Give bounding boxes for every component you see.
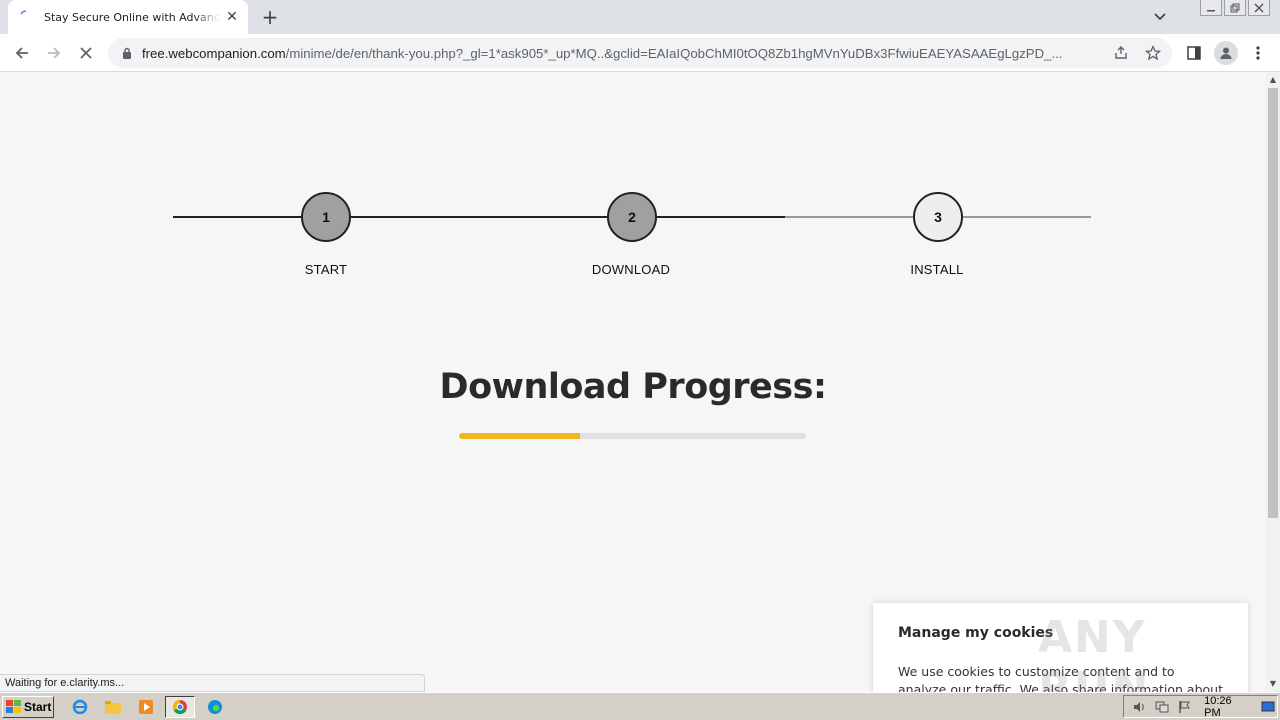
tab-search-chevron-icon[interactable] bbox=[1150, 8, 1170, 26]
step-2-number: 2 bbox=[628, 209, 636, 225]
file-explorer-icon[interactable] bbox=[102, 697, 124, 717]
minimize-button[interactable] bbox=[1200, 0, 1222, 16]
tab-title: Stay Secure Online with Advanced Antivir… bbox=[44, 10, 220, 24]
close-window-button[interactable] bbox=[1248, 0, 1270, 16]
scroll-down-arrow-icon[interactable]: ▼ bbox=[1266, 676, 1280, 690]
tab-strip: Stay Secure Online with Advanced Antivir… bbox=[0, 0, 1280, 34]
new-tab-button[interactable]: + bbox=[259, 5, 281, 29]
bookmark-star-icon[interactable] bbox=[1144, 44, 1162, 62]
start-label: Start bbox=[24, 700, 52, 714]
menu-kebab-icon[interactable] bbox=[1246, 41, 1270, 65]
browser-toolbar: free.webcompanion.com/minime/de/en/thank… bbox=[0, 34, 1280, 72]
taskbar-clock: 10:26 PM bbox=[1204, 694, 1232, 719]
step-3-number: 3 bbox=[934, 209, 942, 225]
download-progress-heading: Download Progress: bbox=[439, 367, 827, 407]
step-2-label: DOWNLOAD bbox=[591, 262, 671, 277]
url-path: /minime/de/en/thank-you.php?_gl=1*ask905… bbox=[285, 45, 1063, 61]
anyrun-watermark: ANY RUN bbox=[1038, 612, 1151, 692]
status-bubble: Waiting for e.clarity.ms... bbox=[0, 674, 425, 692]
system-tray: 10:26 PM bbox=[1123, 694, 1278, 719]
step-3-label: INSTALL bbox=[910, 262, 964, 277]
volume-icon[interactable] bbox=[1130, 699, 1147, 715]
lock-icon[interactable] bbox=[120, 46, 134, 60]
action-center-flag-icon[interactable] bbox=[1177, 699, 1194, 715]
download-progress-fill bbox=[459, 433, 581, 439]
start-button[interactable]: Start bbox=[2, 696, 54, 718]
url-text: free.webcompanion.com/minime/de/en/thank… bbox=[142, 46, 1104, 61]
edge-taskbar-icon[interactable] bbox=[204, 697, 226, 717]
window-controls bbox=[1200, 0, 1270, 16]
show-desktop-icon[interactable] bbox=[1260, 699, 1277, 715]
download-progress-bar bbox=[459, 433, 806, 439]
screen: Stay Secure Online with Advanced Antivir… bbox=[0, 0, 1280, 720]
step-1-number: 1 bbox=[322, 209, 330, 225]
network-icon[interactable] bbox=[1153, 699, 1170, 715]
scroll-thumb[interactable] bbox=[1268, 88, 1278, 518]
stepper-line-completed bbox=[173, 216, 785, 218]
loading-favicon-icon bbox=[18, 9, 34, 25]
url-host: free.webcompanion.com bbox=[142, 45, 286, 61]
windows-logo-icon bbox=[6, 700, 21, 713]
share-icon[interactable] bbox=[1112, 44, 1130, 62]
profile-avatar-icon[interactable] bbox=[1214, 41, 1238, 65]
address-bar[interactable]: free.webcompanion.com/minime/de/en/thank… bbox=[108, 38, 1172, 68]
scroll-up-arrow-icon[interactable]: ▲ bbox=[1266, 72, 1280, 86]
side-panel-icon[interactable] bbox=[1182, 41, 1206, 65]
chrome-taskbar-icon[interactable] bbox=[165, 696, 195, 718]
step-1-circle: 1 bbox=[301, 192, 351, 242]
step-2-circle: 2 bbox=[607, 192, 657, 242]
internet-explorer-icon[interactable] bbox=[69, 697, 91, 717]
tab-close-icon[interactable]: ✕ bbox=[224, 9, 240, 25]
windows-taskbar: Start 10:26 PM bbox=[0, 692, 1280, 720]
restore-button[interactable] bbox=[1224, 0, 1246, 16]
stop-loading-icon[interactable] bbox=[74, 41, 98, 65]
media-player-icon[interactable] bbox=[135, 697, 157, 717]
browser-tab[interactable]: Stay Secure Online with Advanced Antivir… bbox=[8, 0, 248, 34]
back-arrow-icon[interactable] bbox=[10, 41, 34, 65]
forward-arrow-icon[interactable] bbox=[42, 41, 66, 65]
step-3-circle: 3 bbox=[913, 192, 963, 242]
step-1-label: START bbox=[304, 262, 348, 277]
page-scrollbar[interactable]: ▲ ▼ bbox=[1266, 72, 1280, 692]
web-page: 1 2 3 START DOWNLOAD INSTALL Download Pr… bbox=[0, 72, 1266, 692]
